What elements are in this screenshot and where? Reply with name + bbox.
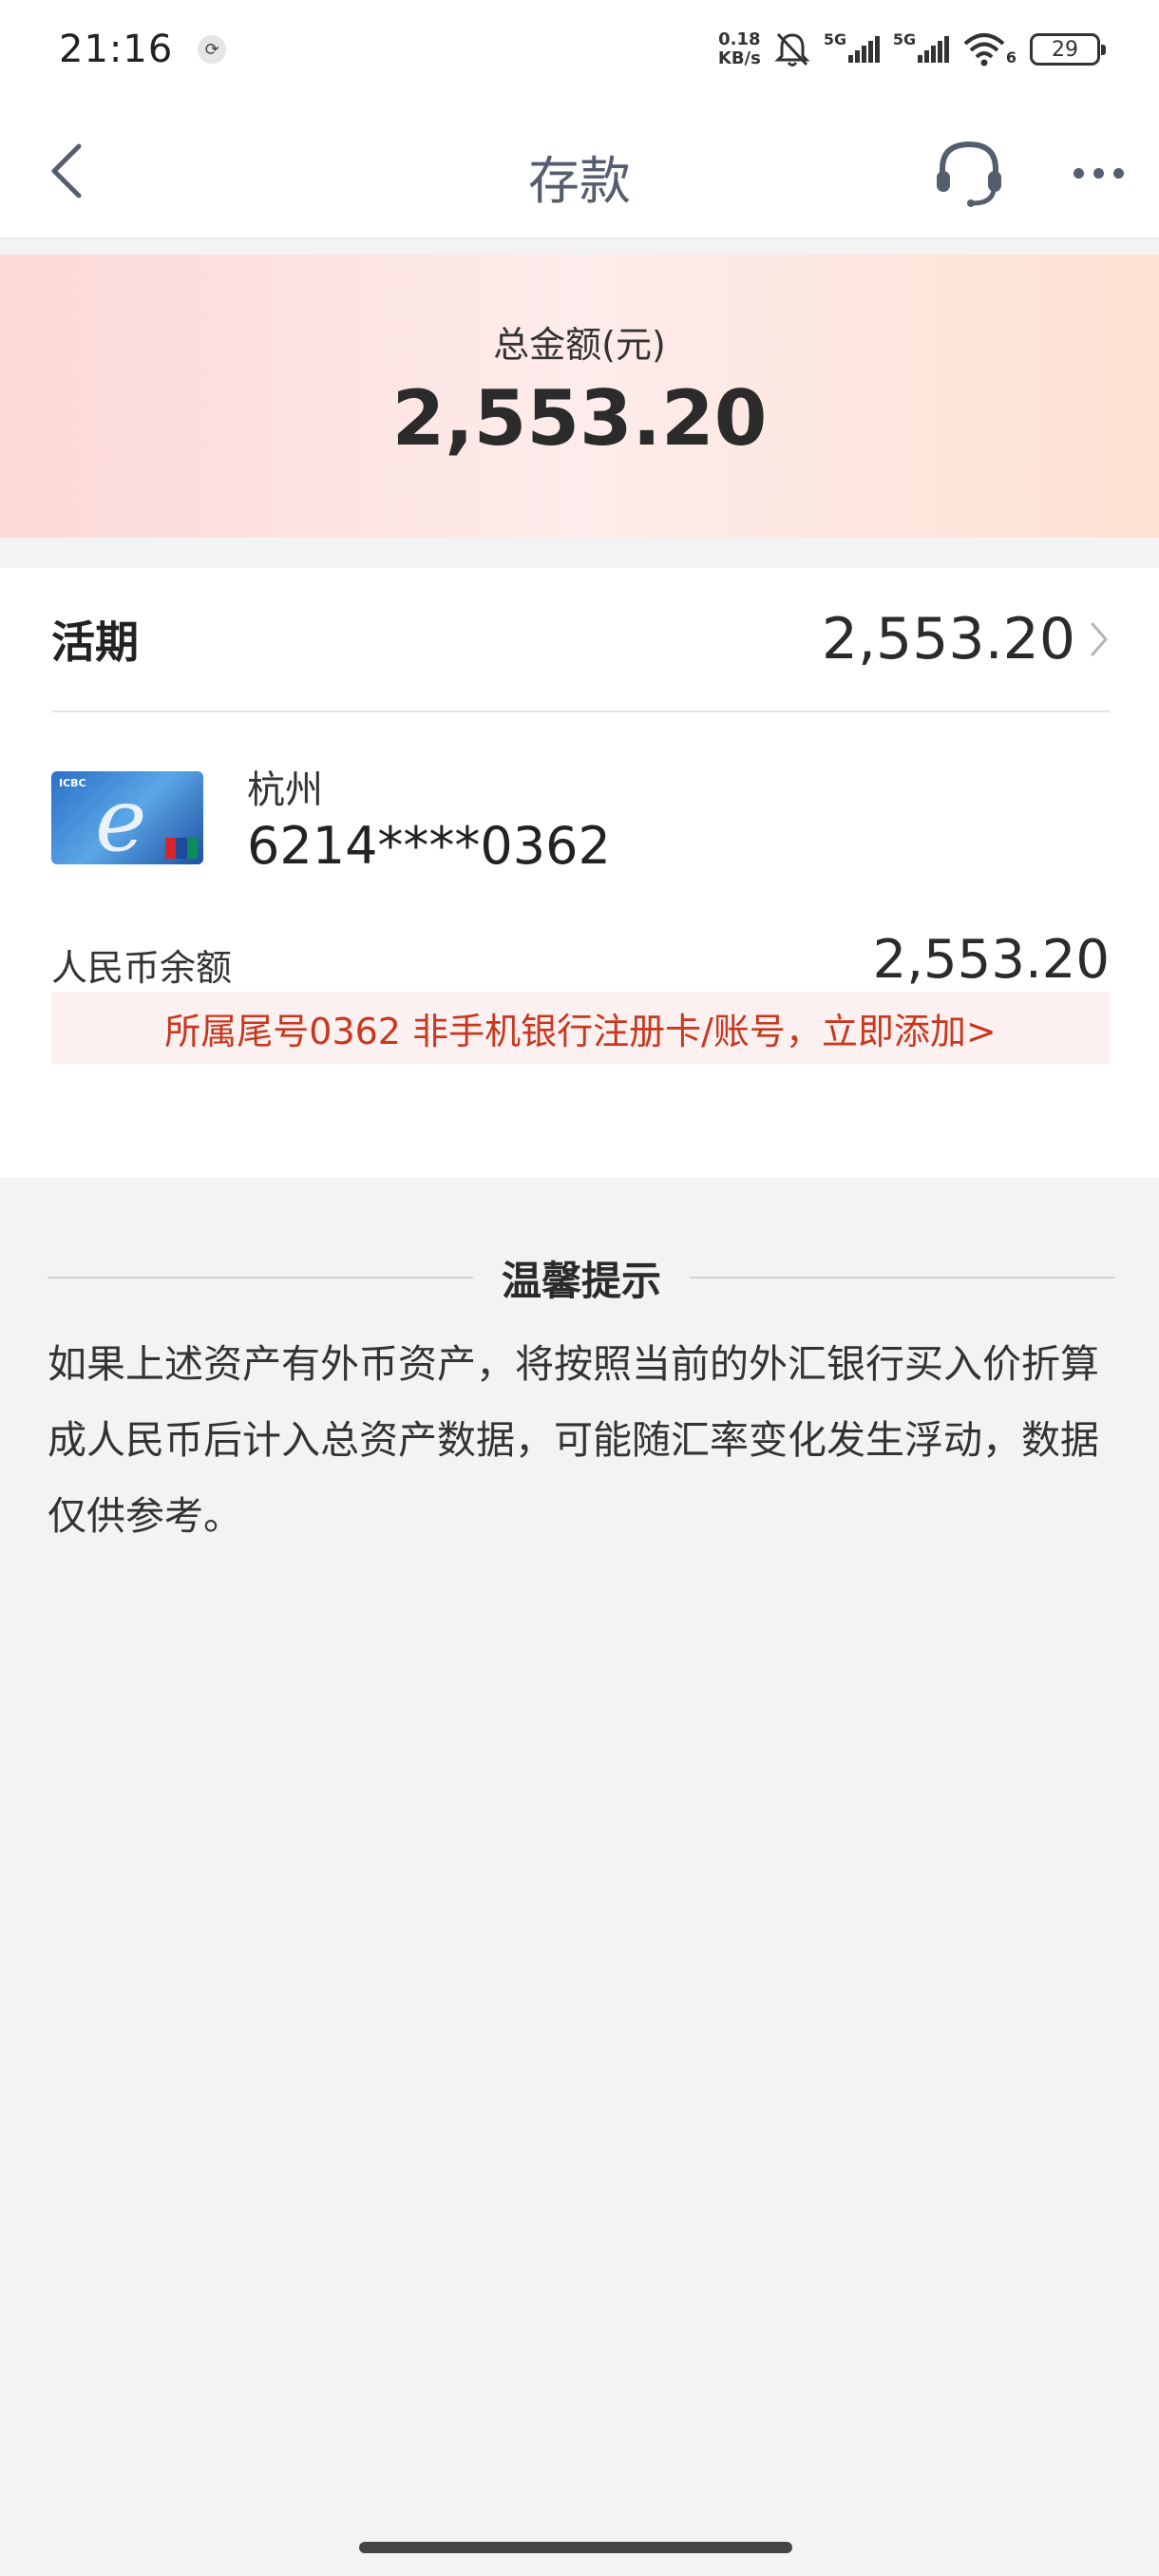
add-card-notice[interactable]: 所属尾号0362 非手机银行注册卡/账号，立即添加> <box>51 992 1110 1064</box>
divider <box>690 1277 1116 1279</box>
status-left: 21:16 ⟳ <box>59 28 227 71</box>
card-brand: ICBC <box>59 777 86 789</box>
total-banner: 总金额(元) 2,553.20 <box>0 255 1159 538</box>
net-speed-unit: KB/s <box>717 48 761 68</box>
bank-card-icon: ICBC e <box>51 771 203 864</box>
headset-icon[interactable] <box>931 135 1007 211</box>
demand-right: 2,553.20 <box>822 606 1110 672</box>
account-info: 杭州 6214****0362 <box>247 766 611 878</box>
signal-2-label: 5G <box>892 30 917 48</box>
divider <box>48 1277 473 1279</box>
tips-text: 如果上述资产有外币资产，将按照当前的外汇银行买入价折算成人民币后计入总资产数据，… <box>48 1341 1099 1539</box>
status-time: 21:16 <box>59 28 174 71</box>
chevron-right-icon <box>1091 622 1108 656</box>
tips-title: 温馨提示 <box>502 1257 662 1304</box>
demand-label: 活期 <box>51 616 139 668</box>
wifi-icon: 6 <box>962 32 1016 66</box>
account-row[interactable]: ICBC e 杭州 6214****0362 <box>51 768 611 878</box>
deposit-card: 活期 2,553.20 ICBC e 杭州 6214****0362 人民币余额… <box>0 568 1159 1178</box>
total-label: 总金额(元) <box>493 324 666 366</box>
sync-icon: ⟳ <box>198 35 227 64</box>
demand-deposit-row[interactable]: 活期 2,553.20 <box>51 568 1110 712</box>
status-right: 0.18 KB/s 5G 5G 6 29 <box>718 30 1106 68</box>
total-amount: 2,553.20 <box>391 374 768 463</box>
demand-amount: 2,553.20 <box>821 606 1075 672</box>
balance-row: 人民币余额 2,553.20 <box>51 929 1110 991</box>
net-speed-value: 0.18 <box>718 29 761 49</box>
account-number: 6214****0362 <box>247 816 611 876</box>
balance-value: 2,553.20 <box>872 929 1110 991</box>
unionpay-icon <box>165 838 198 859</box>
wifi-sub: 6 <box>1005 48 1016 66</box>
home-indicator[interactable] <box>359 2542 792 2553</box>
status-bar: 21:16 ⟳ 0.18 KB/s 5G 5G 6 29 <box>0 0 1159 99</box>
balance-label: 人民币余额 <box>51 947 233 989</box>
net-speed: 0.18 KB/s <box>718 30 761 68</box>
tips-header: 温馨提示 <box>48 1244 1116 1311</box>
signal-icon: 5G <box>824 30 880 63</box>
signal-1-label: 5G <box>823 30 847 48</box>
nav-bar: 存款 <box>0 99 1159 239</box>
battery-icon: 29 <box>1030 33 1106 66</box>
battery-level: 29 <box>1052 37 1078 62</box>
more-icon[interactable] <box>1064 137 1132 209</box>
account-city: 杭州 <box>247 768 323 812</box>
bell-muted-icon <box>774 30 810 68</box>
signal-icon-2: 5G <box>893 30 949 63</box>
